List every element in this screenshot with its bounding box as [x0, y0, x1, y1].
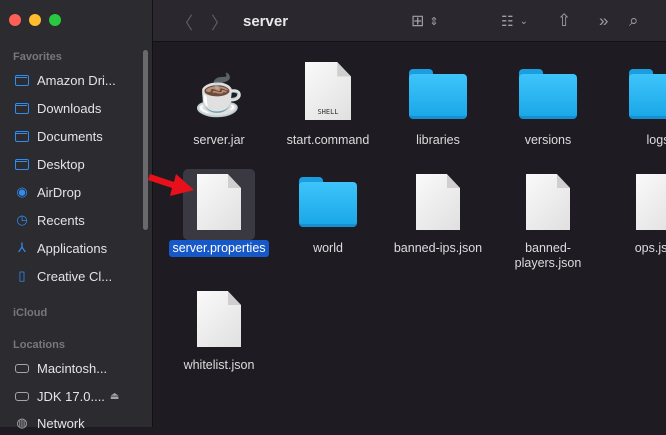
file-item[interactable]: SHELL start.command [273, 62, 383, 172]
updown-chevron-icon: ⇕ [429, 15, 439, 28]
view-mode-button[interactable]: ⊞ ⇕ [411, 0, 439, 42]
sidebar-item-documents[interactable]: Documents [0, 124, 140, 148]
sidebar-item-desktop[interactable]: Desktop [0, 152, 140, 176]
file-name: server.jar [193, 133, 245, 147]
document-icon [526, 174, 570, 230]
zoom-button[interactable] [49, 14, 61, 26]
folder-icon [409, 69, 467, 119]
document-icon [636, 174, 666, 230]
file-name: start.command [286, 133, 370, 147]
sidebar-scrollbar[interactable] [143, 50, 148, 230]
file-item[interactable]: banned-players.json [493, 170, 603, 280]
file-item[interactable]: banned-ips.json [383, 170, 493, 280]
sidebar-item-amazon-drive[interactable]: Amazon Dri... [0, 68, 140, 92]
sidebar-item-network[interactable]: ◍ Network [0, 411, 140, 435]
file-name: banned-ips.json [393, 241, 483, 255]
minimize-button[interactable] [29, 14, 41, 26]
folder-icon [299, 177, 357, 227]
sidebar-item-label: Desktop [37, 156, 85, 172]
file-item[interactable]: versions [493, 62, 603, 172]
folder-icon [15, 101, 29, 115]
file-name: world [313, 241, 343, 255]
share-icon: ⇧ [557, 11, 572, 30]
sidebar-item-jdk[interactable]: JDK 17.0.... ⏏ [0, 384, 140, 408]
sidebar-item-label: Network [37, 415, 85, 431]
document-icon: ▯ [18, 268, 26, 283]
toolbar: 〈 〉 server ⊞ ⇕ ☷ ⌄ ⇧ » ⌕ [153, 0, 666, 42]
group-icon: ☷ [501, 12, 514, 29]
favorites-header: Favorites [13, 51, 62, 63]
group-button[interactable]: ☷ ⌄ [501, 0, 528, 42]
file-item[interactable]: world [273, 170, 383, 280]
clock-icon: ◷ [16, 212, 28, 227]
file-name: banned-players.json [514, 241, 582, 270]
window-controls [9, 14, 61, 26]
close-button[interactable] [9, 14, 21, 26]
shell-script-icon: SHELL [305, 62, 351, 120]
eject-icon[interactable]: ⏏ [110, 391, 119, 402]
drive-icon [15, 389, 29, 403]
search-button[interactable]: ⌕ [629, 0, 639, 42]
red-arrow-annotation [148, 174, 194, 196]
window-title: server [243, 12, 289, 30]
sidebar-item-applications[interactable]: ⅄ Applications [0, 236, 140, 260]
sidebar-item-label: JDK 17.0.... [37, 388, 105, 404]
file-name: logs [646, 133, 666, 147]
share-button[interactable]: ⇧ [557, 0, 571, 42]
sidebar-item-label: AirDrop [37, 184, 82, 200]
file-item[interactable]: whitelist.json [164, 287, 274, 397]
icloud-header[interactable]: iCloud [13, 307, 47, 319]
file-item[interactable]: libraries [383, 62, 493, 172]
drive-icon [15, 361, 29, 375]
applications-icon: ⅄ [18, 240, 26, 255]
grid-icon: ⊞ [411, 13, 425, 30]
file-name: whitelist.json [183, 358, 255, 372]
folder-icon [15, 157, 29, 171]
java-coffee-icon: ☕ [194, 74, 244, 118]
file-item[interactable]: logs [603, 62, 666, 172]
file-name: server.properties [169, 240, 269, 257]
folder-icon [15, 129, 29, 143]
sidebar-item-label: Documents [37, 128, 103, 144]
locations-header: Locations [13, 339, 65, 351]
sidebar-item-recents[interactable]: ◷ Recents [0, 208, 140, 232]
folder-icon [15, 73, 29, 87]
document-icon [197, 174, 241, 230]
file-item[interactable]: ☕ server.jar [164, 62, 274, 172]
file-name: versions [524, 133, 572, 147]
file-item[interactable]: ops.json [603, 170, 666, 280]
sidebar-item-label: Recents [37, 212, 85, 228]
forward-button[interactable]: 〉 [211, 0, 228, 42]
sidebar-item-label: Macintosh... [37, 360, 108, 376]
document-icon [197, 291, 241, 347]
network-icon: ◍ [16, 415, 28, 430]
sidebar-item-creative-cloud[interactable]: ▯ Creative Cl... [0, 264, 140, 288]
sidebar-item-macintosh[interactable]: Macintosh... [0, 356, 140, 380]
sidebar-item-label: Downloads [37, 100, 102, 116]
airdrop-icon: ◉ [16, 184, 28, 199]
file-name: libraries [416, 133, 460, 147]
sidebar: Favorites Amazon Dri... Downloads Docume… [0, 0, 153, 431]
document-icon [416, 174, 460, 230]
file-name: ops.json [634, 241, 666, 255]
chevron-down-icon: ⌄ [519, 15, 528, 27]
search-icon: ⌕ [629, 11, 639, 30]
double-chevron-icon: » [599, 11, 609, 30]
sidebar-item-downloads[interactable]: Downloads [0, 96, 140, 120]
more-button[interactable]: » [599, 0, 608, 42]
sidebar-item-label: Creative Cl... [37, 268, 113, 284]
sidebar-item-label: Applications [37, 240, 108, 256]
shell-badge: SHELL [317, 108, 339, 116]
folder-icon [519, 69, 577, 119]
sidebar-item-airdrop[interactable]: ◉ AirDrop [0, 180, 140, 204]
folder-icon [629, 69, 666, 119]
back-button[interactable]: 〈 [176, 0, 193, 42]
sidebar-item-label: Amazon Dri... [37, 72, 116, 88]
